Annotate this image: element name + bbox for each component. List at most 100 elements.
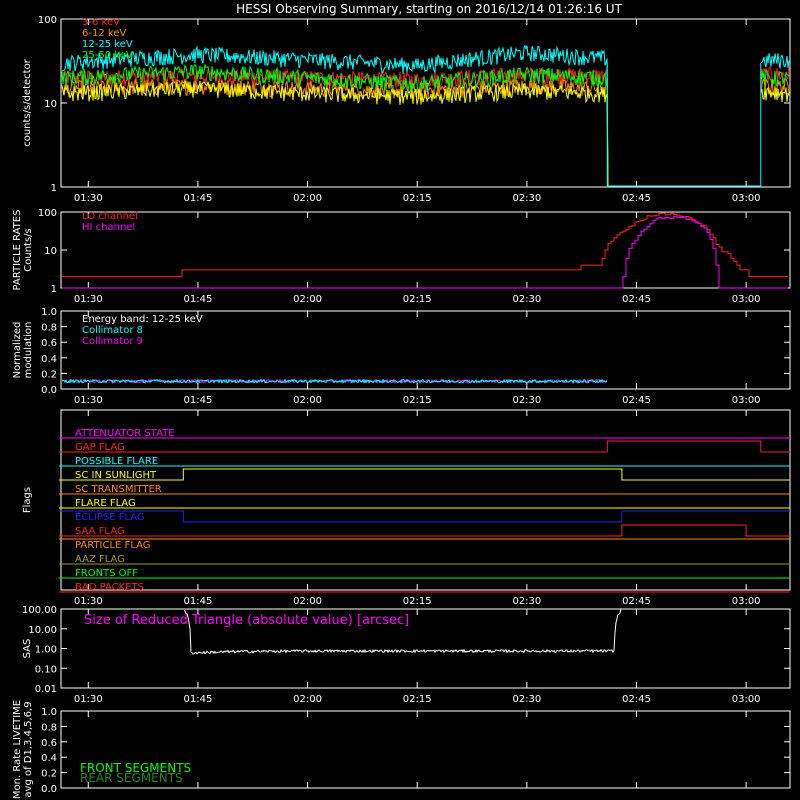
flag-line xyxy=(59,524,790,537)
y-tick-label: 0.8 xyxy=(41,323,57,334)
plot-frame xyxy=(60,18,791,188)
x-tick-label: 02:00 xyxy=(293,596,322,607)
legend-entry: Collimator 8 xyxy=(82,325,143,336)
flag-label: POSSIBLE FLARE xyxy=(75,456,158,467)
x-tick-label: 02:30 xyxy=(512,694,541,705)
panel-modulation: 1.0 0.8 0.6 0.4 0.2 0.0 Normalized modulation 01… xyxy=(12,307,791,406)
x-tick-label: 01:30 xyxy=(74,596,103,607)
y-axis-label: counts/s/detector xyxy=(22,58,33,146)
flag-label: BAD PACKETS xyxy=(75,582,144,593)
y-tick-label: 1.00 xyxy=(35,645,57,656)
flag-label: FLARE FLAG xyxy=(75,498,136,509)
x-tick-label: 02:45 xyxy=(622,596,651,607)
rate-line-25-50 keV xyxy=(61,64,790,188)
y-tick-label: 100 xyxy=(38,15,57,26)
y-tick-label: 100.00 xyxy=(22,605,57,616)
y-tick-label: 0.0 xyxy=(41,784,57,795)
x-tick-label: 02:30 xyxy=(512,395,541,406)
flag-label: GAP FLAG xyxy=(75,442,125,453)
x-tick-label: 01:45 xyxy=(184,193,213,204)
sas-annotation: Size of Reduced Triangle (absolute value… xyxy=(84,613,409,628)
legend-entry: 25-50 keV xyxy=(82,50,133,61)
y-axis-label: SAS xyxy=(22,639,33,659)
panel-particle_rates: 100 10 1 PARTICLE RATES Counts/s 01:30 01:45 02… xyxy=(12,208,791,305)
flag-line xyxy=(59,468,790,481)
y-tick-label: 0.2 xyxy=(41,769,57,780)
energy-band-annotation: Energy band: 12-25 keV xyxy=(82,314,203,325)
flag-label: SAA FLAG xyxy=(75,526,125,537)
y-tick-label: 10 xyxy=(44,99,57,110)
y-axis-label: modulation xyxy=(23,322,34,379)
y-tick-label: 0.10 xyxy=(35,664,57,675)
x-tick-label: 02:45 xyxy=(622,193,651,204)
rate-line-12-25 keV xyxy=(61,44,790,188)
x-tick-label: 02:45 xyxy=(622,294,651,305)
x-tick-label: 01:30 xyxy=(74,193,103,204)
legend-entry: 6-12 keV xyxy=(82,28,126,39)
y-axis-label: avg of D1,3,4,5,6,9 xyxy=(23,701,34,797)
y-tick-label: 0.4 xyxy=(41,753,57,764)
flag-label: ECLIPSE FLAG xyxy=(75,512,145,523)
x-tick-label: 02:15 xyxy=(403,596,432,607)
flag-label: AAZ FLAG xyxy=(75,554,125,565)
x-tick-label: 01:45 xyxy=(184,294,213,305)
particle-line xyxy=(62,215,788,289)
x-tick-label: 03:00 xyxy=(732,193,761,204)
flag-label: ATTENUATOR STATE xyxy=(75,428,175,439)
x-tick-label: 02:30 xyxy=(512,294,541,305)
y-tick-label: 10.00 xyxy=(28,625,57,636)
x-tick-label: 02:00 xyxy=(293,395,322,406)
x-tick-label: 02:15 xyxy=(403,694,432,705)
y-tick-label: 1 xyxy=(51,284,57,295)
legend-entry: HI channel xyxy=(82,222,135,233)
x-tick-label: 01:45 xyxy=(184,395,213,406)
panel-sas: 100.00 10.00 1.00 0.10 0.01 SAS 01:30 01:45 02:0… xyxy=(22,605,791,705)
legend-entry: LO channel xyxy=(82,211,138,222)
x-tick-label: 02:15 xyxy=(403,395,432,406)
x-tick-label: 01:45 xyxy=(184,694,213,705)
y-tick-label: 1.0 xyxy=(41,707,57,718)
x-tick-label: 03:00 xyxy=(732,294,761,305)
x-tick-label: 02:45 xyxy=(622,694,651,705)
x-tick-label: 02:00 xyxy=(293,694,322,705)
y-tick-label: 1.0 xyxy=(41,307,57,318)
y-tick-label: 0.01 xyxy=(35,684,57,695)
y-tick-label: 0.0 xyxy=(41,385,57,396)
panel-count_rates: 100 10 1 counts/s/detector 01:30 01:45 02:00 02… xyxy=(22,15,791,204)
x-tick-label: 01:30 xyxy=(74,395,103,406)
x-tick-label: 02:15 xyxy=(403,193,432,204)
legend-entry: REAR SEGMENTS xyxy=(80,771,183,785)
y-axis-label: Flags xyxy=(22,487,33,513)
y-tick-label: 0.4 xyxy=(41,354,57,365)
panel-flags: Flags 01:30 01:45 02:00 02:15 02:30 02:45 03:00… xyxy=(22,409,791,607)
x-tick-label: 03:00 xyxy=(732,395,761,406)
y-tick-label: 0.8 xyxy=(41,722,57,733)
flag-label: FRONTS OFF xyxy=(75,568,138,579)
x-tick-label: 02:45 xyxy=(622,395,651,406)
x-tick-label: 01:30 xyxy=(74,294,103,305)
figure-title: HESSI Observing Summary, starting on 201… xyxy=(236,2,622,16)
y-tick-label: 0.6 xyxy=(41,338,57,349)
y-axis-label: Mon. Rate LIVETIME xyxy=(12,700,23,799)
y-tick-label: 10 xyxy=(44,246,57,257)
y-axis-label: Counts/s xyxy=(23,228,34,272)
y-axis-label: Normalized xyxy=(12,322,23,379)
rate-line-6-12 keV xyxy=(61,78,790,188)
flag-line xyxy=(59,510,790,523)
y-tick-label: 0.2 xyxy=(41,369,57,380)
x-tick-label: 02:15 xyxy=(403,294,432,305)
panels: 100 10 1 counts/s/detector 01:30 01:45 02:00 02… xyxy=(12,15,791,799)
x-tick-label: 02:30 xyxy=(512,193,541,204)
legend-entry: Collimator 9 xyxy=(82,336,143,347)
flag-line xyxy=(59,440,790,453)
y-tick-label: 1 xyxy=(51,183,57,194)
panel-livetime: 1.0 0.8 0.6 0.4 0.2 0.0 Mon. Rate LIVETIME avg … xyxy=(12,700,791,799)
x-tick-label: 03:00 xyxy=(732,694,761,705)
modulation-line xyxy=(61,378,608,385)
flag-label: PARTICLE FLAG xyxy=(75,540,151,551)
x-tick-label: 02:30 xyxy=(512,596,541,607)
flag-label: SC IN SUNLIGHT xyxy=(75,470,157,481)
x-tick-label: 02:00 xyxy=(293,294,322,305)
x-tick-label: 01:45 xyxy=(184,596,213,607)
observing-summary-figure: HESSI Observing Summary, starting on 201… xyxy=(12,2,791,799)
